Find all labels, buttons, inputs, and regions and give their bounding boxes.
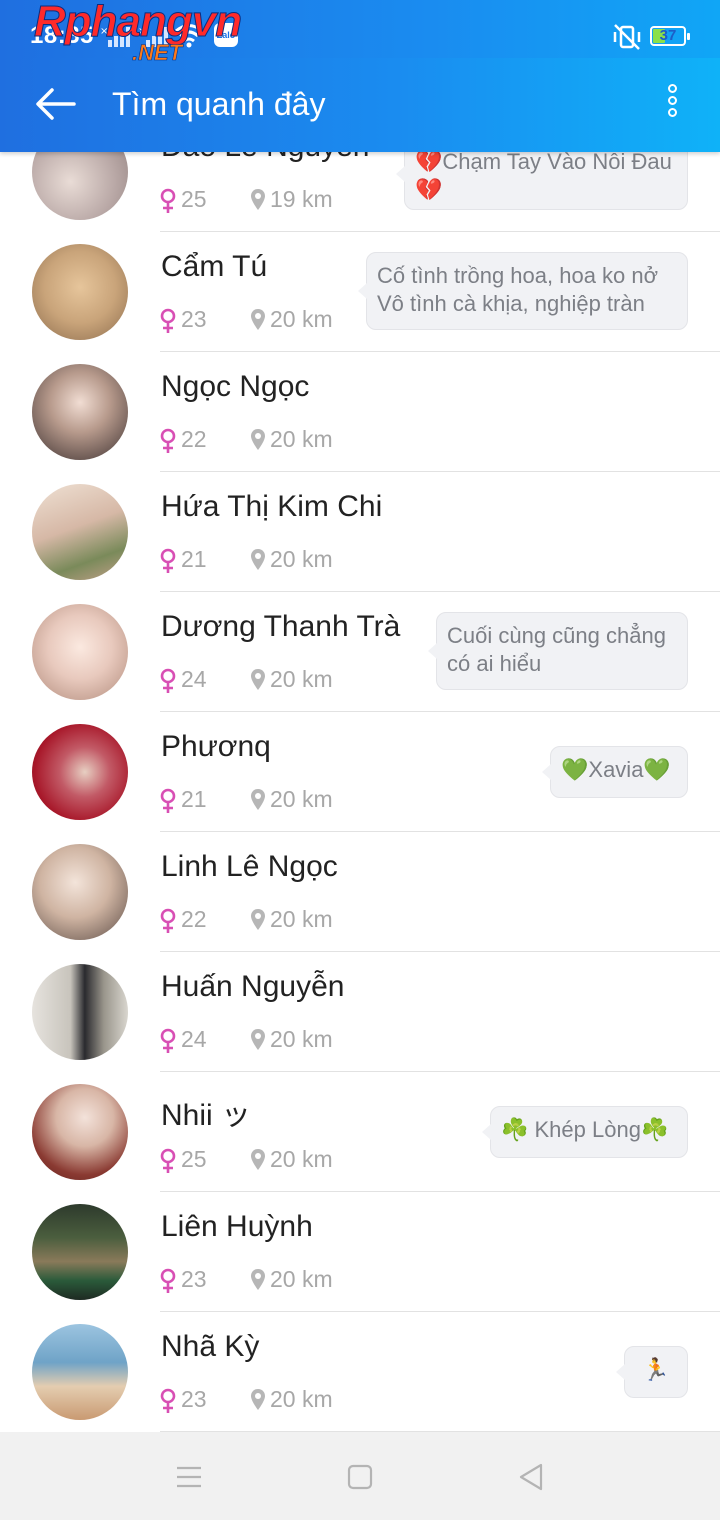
nearby-user-list: Đào Lê Nguyễn 25 19 km 💔Chạm Tay Vào Nỗi…: [0, 112, 720, 1432]
avatar[interactable]: [32, 604, 128, 700]
female-icon: [160, 308, 176, 333]
female-icon: [160, 428, 176, 453]
user-name: Nhã Kỳ: [161, 1330, 260, 1363]
svg-text:×: ×: [100, 26, 108, 37]
user-name: Cẩm Tú: [161, 250, 268, 283]
list-item[interactable]: Nhã Kỳ 23 20 km 🏃: [0, 1312, 720, 1432]
user-age: 25: [181, 186, 207, 212]
status-time: 18:35: [30, 22, 94, 49]
location-pin-icon: [251, 669, 265, 690]
avatar[interactable]: [32, 964, 128, 1060]
list-item[interactable]: Phươnq 21 20 km 💚Xavia💚: [0, 712, 720, 832]
user-distance: 20 km: [270, 906, 333, 932]
user-distance: 20 km: [270, 306, 333, 332]
app-bar: Tìm quanh đây: [0, 56, 720, 152]
female-icon: [160, 1268, 176, 1293]
user-name: Phươnq: [161, 730, 271, 763]
back-arrow-icon[interactable]: [34, 86, 78, 122]
status-bubble: 💚Xavia💚: [542, 746, 688, 798]
wifi-icon: [175, 24, 203, 48]
user-age: 22: [181, 426, 207, 452]
female-icon: [160, 788, 176, 813]
list-item[interactable]: Cẩm Tú 23 20 km Cố tình trồng hoa, hoa k…: [0, 232, 720, 352]
svg-text:×: ×: [138, 26, 146, 37]
user-age: 23: [181, 306, 207, 332]
battery-icon: 37: [650, 26, 690, 46]
female-icon: [160, 668, 176, 693]
location-pin-icon: [251, 1149, 265, 1170]
triangle-back-icon[interactable]: [516, 1462, 546, 1492]
avatar[interactable]: [32, 844, 128, 940]
location-pin-icon: [251, 1269, 265, 1290]
status-bubble: 🏃: [616, 1346, 688, 1398]
avatar[interactable]: [32, 1204, 128, 1300]
location-pin-icon: [251, 549, 265, 570]
female-icon: [160, 548, 176, 573]
page-title: Tìm quanh đây: [112, 86, 326, 122]
user-distance: 20 km: [270, 1026, 333, 1052]
user-age: 23: [181, 1386, 207, 1412]
user-age: 24: [181, 1026, 207, 1052]
zalo-notification-icon: Zalo: [214, 23, 238, 47]
location-pin-icon: [251, 1389, 265, 1410]
location-pin-icon: [251, 1029, 265, 1050]
avatar[interactable]: [32, 724, 128, 820]
signal-icon-2: ×: [138, 26, 168, 47]
list-item[interactable]: Huấn Nguyễn 24 20 km: [0, 952, 720, 1072]
user-name: Linh Lê Ngọc: [161, 850, 338, 883]
user-name: Liên Huỳnh: [161, 1210, 313, 1243]
location-pin-icon: [251, 309, 265, 330]
user-name: Nhii ッ: [161, 1099, 252, 1132]
more-vertical-icon[interactable]: [660, 84, 684, 124]
location-pin-icon: [251, 429, 265, 450]
user-distance: 19 km: [270, 186, 333, 212]
user-distance: 20 km: [270, 546, 333, 572]
user-age: 21: [181, 546, 207, 572]
user-age: 22: [181, 906, 207, 932]
user-age: 25: [181, 1146, 207, 1172]
user-name: Huấn Nguyễn: [161, 970, 345, 1003]
female-icon: [160, 908, 176, 933]
user-distance: 20 km: [270, 1266, 333, 1292]
list-item[interactable]: Ngọc Ngọc 22 20 km: [0, 352, 720, 472]
status-bubble: Cuối cùng cũng chẳng có ai hiểu: [428, 612, 688, 690]
female-icon: [160, 1148, 176, 1173]
user-distance: 20 km: [270, 1386, 333, 1412]
system-nav-bar: [0, 1432, 720, 1520]
location-pin-icon: [251, 909, 265, 930]
vibrate-mute-icon: [613, 24, 641, 50]
user-distance: 20 km: [270, 1146, 333, 1172]
battery-level: 37: [659, 27, 677, 44]
list-item[interactable]: Dương Thanh Trà 24 20 km Cuối cùng cũng …: [0, 592, 720, 712]
list-item[interactable]: Liên Huỳnh 23 20 km: [0, 1192, 720, 1312]
list-item[interactable]: Nhii ッ 25 20 km ☘️ Khép Lòng☘️: [0, 1072, 720, 1192]
user-name: Ngọc Ngọc: [161, 370, 310, 403]
female-icon: [160, 1388, 176, 1413]
user-name: Hứa Thị Kim Chi: [161, 490, 383, 523]
avatar[interactable]: [32, 1084, 128, 1180]
status-bar: 18:35 × × Zalo 37: [0, 0, 720, 58]
female-icon: [160, 1028, 176, 1053]
location-pin-icon: [251, 789, 265, 810]
avatar[interactable]: [32, 364, 128, 460]
avatar[interactable]: [32, 244, 128, 340]
menu-icon[interactable]: [174, 1462, 204, 1492]
user-distance: 20 km: [270, 786, 333, 812]
user-age: 21: [181, 786, 207, 812]
avatar[interactable]: [32, 1324, 128, 1420]
status-bubble: ☘️ Khép Lòng☘️: [482, 1106, 688, 1158]
signal-icon: ×: [100, 26, 130, 47]
square-icon[interactable]: [345, 1462, 375, 1492]
location-pin-icon: [251, 189, 265, 210]
status-bubble: Cố tình trồng hoa, hoa ko nở Vô tình cà …: [358, 252, 688, 330]
avatar[interactable]: [32, 484, 128, 580]
female-icon: [160, 188, 176, 213]
user-age: 23: [181, 1266, 207, 1292]
list-item[interactable]: Hứa Thị Kim Chi 21 20 km: [0, 472, 720, 592]
list-item[interactable]: Linh Lê Ngọc 22 20 km: [0, 832, 720, 952]
user-age: 24: [181, 666, 207, 692]
user-distance: 20 km: [270, 666, 333, 692]
user-name: Dương Thanh Trà: [161, 610, 401, 643]
user-distance: 20 km: [270, 426, 333, 452]
